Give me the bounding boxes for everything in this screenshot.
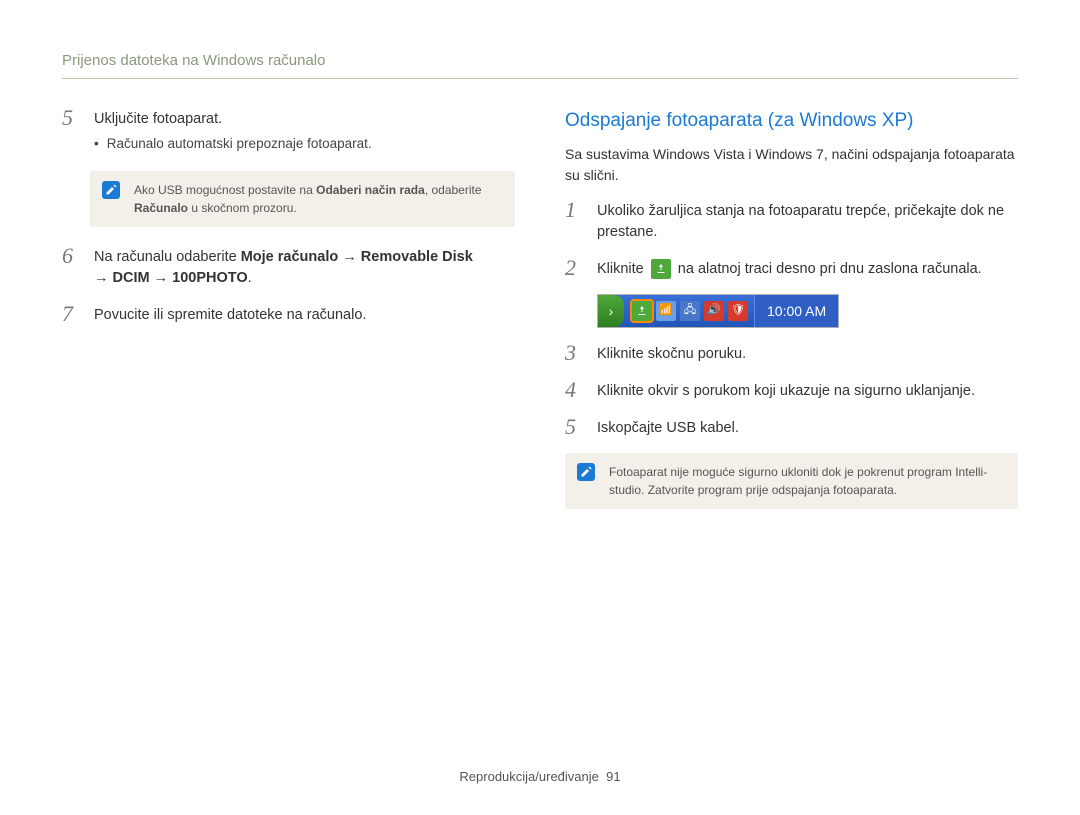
step-text: Uključite fotoaparat. (94, 109, 515, 130)
step-3-right: 3 Kliknite skočnu poruku. (565, 342, 1018, 365)
path-part: 100PHOTO (172, 270, 248, 286)
note-box-right: Fotoaparat nije moguće sigurno ukloniti … (565, 453, 1018, 509)
text-part: Na računalu odaberite (94, 249, 241, 265)
step-number: 1 (565, 199, 587, 221)
left-column: 5 Uključite fotoaparat. • Računalo autom… (62, 107, 515, 527)
taskbar-screenshot: › 📶 🖧 🔊 🛡 10:00 AM (597, 294, 1018, 328)
step-number: 4 (565, 379, 587, 401)
system-tray: 📶 🖧 🔊 🛡 (626, 295, 754, 327)
note-box-left: Ako USB mogućnost postavite na Odaberi n… (90, 171, 515, 227)
step-7: 7 Povucite ili spremite datoteke na raču… (62, 303, 515, 326)
note-bold: Računalo (134, 201, 188, 215)
start-button-icon: › (598, 295, 624, 327)
tray-icon: 🖧 (680, 301, 700, 321)
volume-tray-icon: 🔊 (704, 301, 724, 321)
content-columns: 5 Uključite fotoaparat. • Računalo autom… (62, 107, 1018, 527)
sub-bullet: • Računalo automatski prepoznaje fotoapa… (94, 134, 515, 154)
page-footer: Reprodukcija/uređivanje 91 (0, 768, 1080, 787)
step-1-right: 1 Ukoliko žaruljica stanja na fotoaparat… (565, 199, 1018, 243)
step-6: 6 Na računalu odaberite Moje računalo → … (62, 245, 515, 289)
step-number: 5 (62, 107, 84, 129)
info-icon (577, 463, 595, 481)
footer-label: Reprodukcija/uređivanje (459, 769, 598, 784)
text-part: Kliknite (597, 261, 648, 277)
step-number: 6 (62, 245, 84, 267)
step-text: Na računalu odaberite Moje računalo → Re… (94, 245, 515, 289)
text-part: na alatnoj traci desno pri dnu zaslona r… (674, 261, 982, 277)
info-icon (102, 181, 120, 199)
step-number: 7 (62, 303, 84, 325)
step-text: Kliknite okvir s porukom koji ukazuje na… (597, 379, 1018, 402)
tray-icon: 🛡 (728, 301, 748, 321)
arrow: → (338, 249, 361, 265)
note-bold: Odaberi način rada (316, 183, 425, 197)
page-number: 91 (606, 769, 620, 784)
note-text: Fotoaparat nije moguće sigurno ukloniti … (609, 465, 987, 497)
step-number: 2 (565, 257, 587, 279)
step-text: Kliknite skočnu poruku. (597, 342, 1018, 365)
step-number: 5 (565, 416, 587, 438)
path-part: Removable Disk (361, 249, 473, 265)
tray-icon: 📶 (656, 301, 676, 321)
step-text: Iskopčajte USB kabel. (597, 416, 1018, 439)
section-title: Odspajanje fotoaparata (za Windows XP) (565, 107, 1018, 135)
section-intro: Sa sustavima Windows Vista i Windows 7, … (565, 144, 1018, 185)
page-header: Prijenos datoteka na Windows računalo (62, 50, 1018, 79)
arrow: → (94, 270, 113, 286)
step-2-right: 2 Kliknite na alatnoj traci desno pri dn… (565, 257, 1018, 280)
bullet-icon: • (94, 134, 99, 154)
note-text-part: , odaberite (425, 183, 482, 197)
step-text: Ukoliko žaruljica stanja na fotoaparatu … (597, 199, 1018, 243)
step-5: 5 Uključite fotoaparat. • Računalo autom… (62, 107, 515, 158)
arrow: → (150, 270, 173, 286)
sub-bullet-text: Računalo automatski prepoznaje fotoapara… (107, 134, 372, 154)
step-5-right: 5 Iskopčajte USB kabel. (565, 416, 1018, 439)
safely-remove-hardware-tray-icon (632, 301, 652, 321)
note-text-part: u skočnom prozoru. (188, 201, 297, 215)
right-column: Odspajanje fotoaparata (za Windows XP) S… (565, 107, 1018, 527)
step-4-right: 4 Kliknite okvir s porukom koji ukazuje … (565, 379, 1018, 402)
text-part: . (248, 270, 252, 286)
safely-remove-hardware-icon (651, 259, 671, 279)
note-text-part: Ako USB mogućnost postavite na (134, 183, 316, 197)
step-text: Kliknite na alatnoj traci desno pri dnu … (597, 257, 1018, 280)
taskbar-clock: 10:00 AM (754, 295, 838, 327)
step-number: 3 (565, 342, 587, 364)
path-part: Moje računalo (241, 249, 339, 265)
step-text: Povucite ili spremite datoteke na računa… (94, 303, 515, 326)
path-part: DCIM (113, 270, 150, 286)
